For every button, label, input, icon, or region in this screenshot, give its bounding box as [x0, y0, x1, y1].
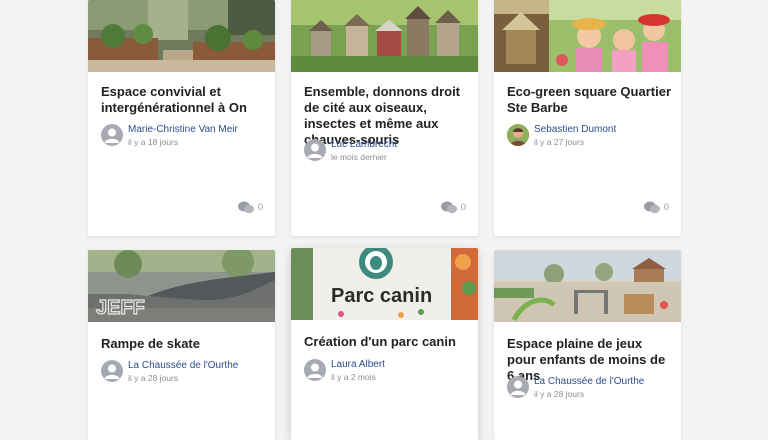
comment-count: 0	[257, 201, 263, 213]
project-card[interactable]: Eco-green square Quartier Ste Barbe Seba…	[494, 0, 681, 236]
post-date: il y a 27 jours	[534, 137, 585, 147]
default-avatar-icon	[304, 359, 326, 381]
author-link[interactable]: La Chaussée de l'Ourthe	[534, 376, 644, 387]
card-title[interactable]: Espace convivial et intergénérationnel à…	[101, 84, 265, 116]
card-title[interactable]: Création d'un parc canin	[304, 334, 468, 350]
author-row: La Chaussée de l'Ourthe il y a 28 jours	[507, 376, 673, 400]
default-avatar-icon	[304, 139, 326, 161]
project-card[interactable]: Ensemble, donnons droit de cité aux oise…	[291, 0, 478, 236]
comments-counter[interactable]: 0	[440, 200, 466, 214]
card-image-children-garden[interactable]	[494, 0, 681, 72]
card-image-birdhouses[interactable]	[291, 0, 478, 72]
photo-avatar	[507, 124, 529, 146]
post-date: le mois dernier	[331, 152, 387, 162]
default-avatar-icon	[101, 360, 123, 382]
sign-text: Parc canin	[331, 285, 432, 307]
comments-counter[interactable]: 0	[237, 200, 263, 214]
comment-bubbles-icon	[440, 201, 457, 213]
post-date: il y a 28 jours	[534, 389, 585, 399]
author-row: Luc Lambrecht le mois dernier	[304, 139, 470, 163]
author-row: Marie-Christine Van Meir il y a 18 jours	[101, 124, 267, 148]
card-image-dog-park[interactable]: Parc canin	[291, 248, 478, 320]
post-date: il y a 28 jours	[128, 373, 179, 383]
comment-count: 0	[663, 201, 669, 213]
author-link[interactable]: La Chaussée de l'Ourthe	[128, 360, 238, 371]
post-date: il y a 2 mois	[331, 372, 376, 382]
card-image-playground[interactable]	[494, 250, 681, 322]
project-card[interactable]: Espace plaine de jeux pour enfants de mo…	[494, 250, 681, 440]
author-row: Sebastien Dumont il y a 27 jours	[507, 124, 673, 148]
project-card[interactable]: Parc canin Création d'un parc canin Laur…	[291, 248, 478, 440]
author-row: La Chaussée de l'Ourthe il y a 28 jours	[101, 360, 267, 384]
comments-counter[interactable]: 0	[643, 200, 669, 214]
default-avatar-icon	[507, 376, 529, 398]
author-link[interactable]: Luc Lambrecht	[331, 139, 397, 150]
author-link[interactable]: Laura Albert	[331, 359, 385, 370]
card-title[interactable]: Eco-green square Quartier Ste Barbe	[507, 84, 671, 116]
card-image-skate-ramp[interactable]: JEFF	[88, 250, 275, 322]
card-title[interactable]: Rampe de skate	[101, 336, 265, 352]
default-avatar-icon	[101, 124, 123, 146]
project-card[interactable]: JEFF Rampe de skate La Chaussée de l'Our…	[88, 250, 275, 440]
author-link[interactable]: Marie-Christine Van Meir	[128, 124, 238, 135]
graffiti-text: JEFF	[96, 297, 145, 319]
author-link[interactable]: Sebastien Dumont	[534, 124, 616, 135]
project-card[interactable]: Espace convivial et intergénérationnel à…	[88, 0, 275, 236]
card-image-garden[interactable]	[88, 0, 275, 72]
comment-count: 0	[460, 201, 466, 213]
author-row: Laura Albert il y a 2 mois	[304, 359, 470, 383]
comment-bubbles-icon	[237, 201, 254, 213]
post-date: il y a 18 jours	[128, 137, 179, 147]
comment-bubbles-icon	[643, 201, 660, 213]
